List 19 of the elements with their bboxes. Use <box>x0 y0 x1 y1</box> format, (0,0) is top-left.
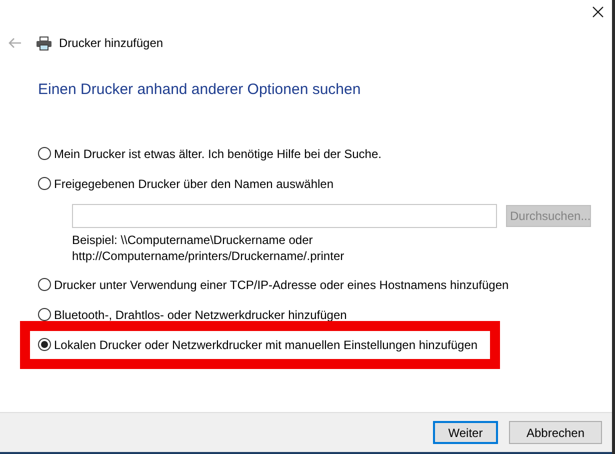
example-text: Beispiel: \\Computername\Druckername oder <box>72 232 314 248</box>
radio-button[interactable] <box>38 177 51 190</box>
next-button[interactable]: Weiter <box>433 421 498 444</box>
radio-button[interactable] <box>38 147 51 160</box>
option-label[interactable]: Mein Drucker ist etwas älter. Ich benötige Hilfe bei der Suche. <box>54 144 382 162</box>
option-label[interactable]: Freigegebenen Drucker über den Namen auswählen <box>54 174 334 192</box>
cancel-button[interactable]: Abbrechen <box>509 421 602 444</box>
radio-button[interactable] <box>38 278 51 291</box>
close-icon[interactable] <box>592 6 604 18</box>
option-label[interactable]: Bluetooth-, Drahtlos- oder Netzwerkdrucker hinzufügen <box>54 306 347 324</box>
printer-icon <box>36 36 52 50</box>
window-title: Drucker hinzufügen <box>59 35 164 52</box>
page-heading: Einen Drucker anhand anderer Optionen suchen <box>38 80 361 100</box>
example-text: http://Computername/printers/Druckername/.printer <box>72 248 346 264</box>
radio-button[interactable] <box>38 338 51 351</box>
printer-name-field[interactable] <box>72 204 497 228</box>
radio-button[interactable] <box>38 308 51 321</box>
option-label[interactable]: Lokalen Drucker oder Netzwerkdrucker mit manuellen Einstellungen hinzufügen <box>54 336 478 354</box>
option-label[interactable]: Drucker unter Verwendung einer TCP/IP-Adresse oder eines Hostnamens hinzufügen <box>54 276 509 294</box>
